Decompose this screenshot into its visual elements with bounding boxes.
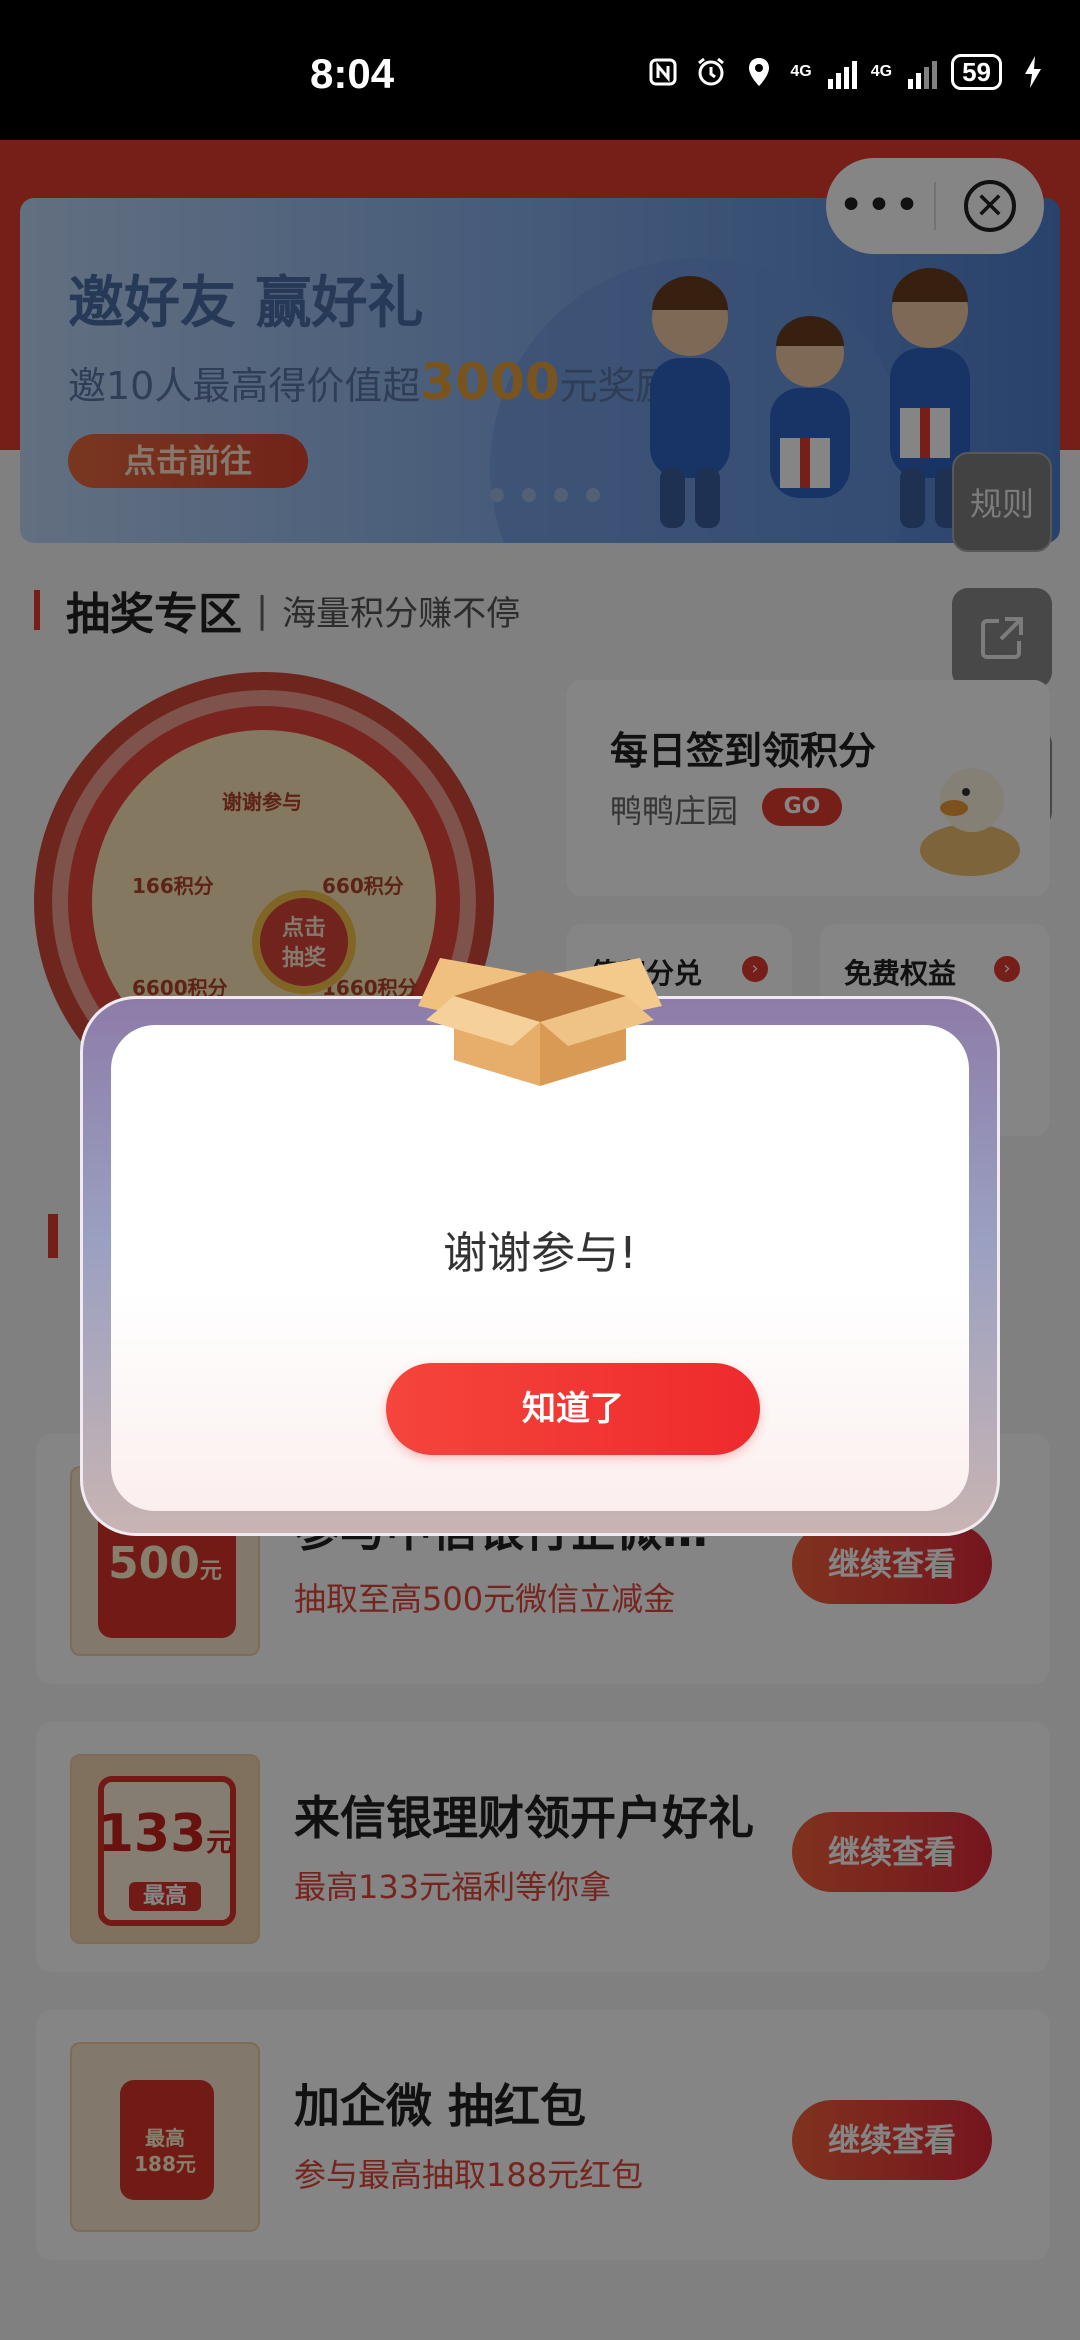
- signal-icon-1: [827, 55, 857, 89]
- dialog-message: 谢谢参与!: [443, 1228, 637, 1279]
- status-bar: 8:04 4G 4G 59: [0, 0, 1080, 140]
- page: 8:04 4G 4G 59 邀好友 赢好礼 邀10人最高得价值超3000元奖励 …: [0, 0, 1080, 2340]
- battery-level: 59: [951, 54, 1002, 90]
- dialog-body: 谢谢参与! 知道了: [111, 1025, 969, 1511]
- network-label-1: 4G: [790, 63, 812, 80]
- status-time: 8:04: [310, 50, 395, 97]
- status-icons: 4G 4G 59: [646, 54, 1050, 90]
- alarm-icon: [694, 55, 728, 89]
- charging-icon: [1016, 55, 1050, 89]
- network-label-2: 4G: [870, 63, 893, 80]
- open-box-icon: [418, 958, 662, 1086]
- nfc-icon: [646, 55, 680, 89]
- location-icon: [742, 55, 776, 89]
- got-it-button[interactable]: 知道了: [386, 1363, 760, 1455]
- signal-icon-2: [908, 55, 938, 89]
